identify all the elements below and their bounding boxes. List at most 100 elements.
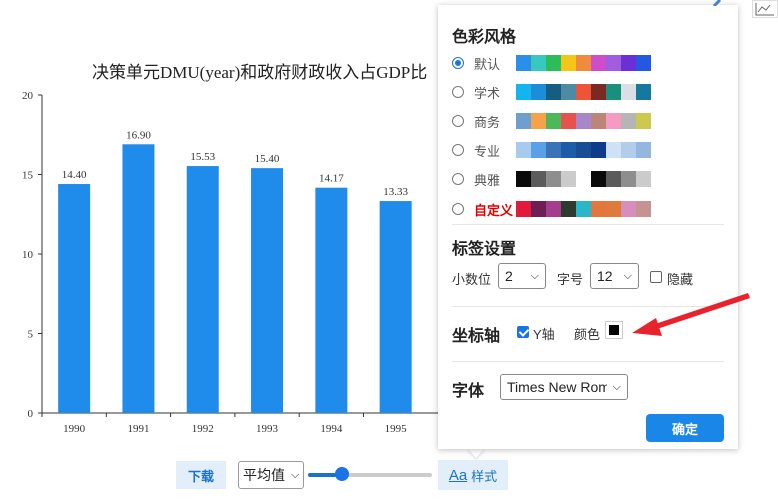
font-select[interactable]: Times New Roman ⌵ bbox=[500, 374, 628, 400]
scheme-radio[interactable] bbox=[452, 203, 464, 215]
color-scheme-option[interactable]: 商务 bbox=[452, 112, 651, 130]
color-swatch bbox=[591, 84, 606, 100]
color-swatch bbox=[636, 142, 651, 158]
scheme-name: 典雅 bbox=[474, 172, 501, 188]
y-tick-label: 10 bbox=[22, 249, 34, 261]
scheme-swatches bbox=[516, 201, 651, 217]
color-swatch bbox=[516, 55, 531, 71]
color-swatch bbox=[591, 55, 606, 71]
chart-toolbar: 下载 平均值 ⌵ bbox=[176, 460, 433, 490]
scheme-radio[interactable] bbox=[452, 144, 464, 156]
pen-mark-icon bbox=[712, 0, 722, 6]
color-swatch bbox=[591, 113, 606, 129]
font-title: 字体 bbox=[452, 383, 485, 400]
color-scheme-option[interactable]: 默认 bbox=[452, 54, 651, 72]
color-swatch bbox=[531, 142, 546, 158]
bar[interactable] bbox=[58, 184, 91, 413]
color-swatch bbox=[561, 55, 576, 71]
color-swatch bbox=[591, 171, 606, 187]
y-tick-label: 5 bbox=[28, 329, 34, 341]
scheme-radio[interactable] bbox=[452, 173, 464, 185]
y-axis-checkbox[interactable] bbox=[517, 326, 529, 338]
bar[interactable] bbox=[122, 144, 155, 414]
scheme-radio[interactable] bbox=[452, 57, 464, 69]
bar-value-label: 15.53 bbox=[190, 151, 215, 163]
color-swatch bbox=[531, 84, 546, 100]
scheme-name: 学术 bbox=[474, 85, 501, 101]
scheme-name: 商务 bbox=[474, 114, 501, 130]
x-tick-label: 1993 bbox=[256, 423, 279, 435]
color-swatch bbox=[531, 55, 546, 71]
color-swatch bbox=[546, 113, 561, 129]
color-swatch bbox=[606, 142, 621, 158]
x-tick-label: 1992 bbox=[192, 423, 214, 435]
color-swatch bbox=[576, 142, 591, 158]
color-swatch bbox=[531, 171, 546, 187]
color-style-title: 色彩风格 bbox=[452, 29, 517, 46]
slider-thumb[interactable] bbox=[334, 467, 349, 481]
fontsize-select-value: 12 bbox=[597, 268, 613, 284]
axis-color-label: 颜色 bbox=[574, 327, 601, 342]
fontsize-select[interactable]: 12 ⌵ bbox=[590, 263, 639, 289]
color-swatch bbox=[636, 201, 651, 217]
axis-title: 坐标轴 bbox=[452, 328, 501, 345]
color-swatch bbox=[621, 113, 636, 129]
bar[interactable] bbox=[379, 201, 412, 413]
bar-value-label: 14.17 bbox=[319, 173, 344, 185]
line-chart-icon[interactable] bbox=[752, 0, 778, 18]
color-scheme-option[interactable]: 学术 bbox=[452, 83, 651, 101]
divider bbox=[452, 224, 724, 225]
bar[interactable] bbox=[315, 187, 348, 413]
y-tick-label: 0 bbox=[28, 408, 34, 420]
font-style-icon: Aa bbox=[448, 466, 468, 484]
x-tick-label: 1995 bbox=[385, 423, 408, 435]
color-swatch bbox=[561, 113, 576, 129]
color-swatch bbox=[576, 171, 591, 187]
color-swatch bbox=[606, 84, 621, 100]
decimal-select[interactable]: 2 ⌵ bbox=[498, 263, 546, 289]
font-select-value: Times New Roman bbox=[507, 379, 607, 395]
color-swatch bbox=[606, 113, 621, 129]
color-scheme-option[interactable]: 典雅 bbox=[452, 170, 651, 188]
scheme-name: 自定义 bbox=[474, 202, 514, 218]
fontsize-label: 字号 bbox=[557, 272, 584, 287]
bar[interactable] bbox=[186, 166, 219, 413]
color-scheme-option[interactable]: 自定义 bbox=[452, 200, 651, 218]
divider bbox=[452, 306, 724, 307]
color-swatch bbox=[531, 201, 546, 217]
hide-label-checkbox[interactable] bbox=[650, 271, 662, 283]
color-swatch bbox=[636, 55, 651, 71]
popover-arrow bbox=[467, 448, 485, 458]
stat-select[interactable]: 平均值 ⌵ bbox=[238, 461, 305, 489]
color-scheme-option[interactable]: 专业 bbox=[452, 141, 651, 159]
color-swatch bbox=[561, 201, 576, 217]
y-axis-label: Y轴 bbox=[533, 327, 555, 342]
confirm-button[interactable]: 确定 bbox=[646, 414, 724, 442]
color-swatch bbox=[561, 84, 576, 100]
bar-value-label: 15.40 bbox=[255, 153, 280, 165]
color-swatch bbox=[636, 84, 651, 100]
range-slider[interactable] bbox=[308, 467, 433, 483]
hide-label-text: 隐藏 bbox=[667, 272, 694, 287]
color-swatch bbox=[546, 142, 561, 158]
divider bbox=[452, 361, 724, 362]
bar[interactable] bbox=[251, 168, 284, 413]
color-swatch bbox=[576, 201, 591, 217]
color-swatch bbox=[621, 55, 636, 71]
color-swatch bbox=[636, 113, 651, 129]
x-tick-label: 1991 bbox=[127, 423, 149, 435]
style-button[interactable]: Aa 样式 bbox=[438, 460, 508, 490]
color-swatch bbox=[561, 171, 576, 187]
style-button-label: 样式 bbox=[471, 468, 498, 484]
color-swatch bbox=[606, 201, 621, 217]
color-swatch bbox=[516, 201, 531, 217]
x-tick-label: 1994 bbox=[320, 423, 343, 435]
scheme-swatches bbox=[516, 171, 651, 187]
scheme-radio[interactable] bbox=[452, 86, 464, 98]
axis-color-picker[interactable] bbox=[605, 321, 623, 339]
download-button[interactable]: 下载 bbox=[176, 461, 227, 489]
chevron-down-icon: ⌵ bbox=[610, 381, 621, 394]
color-swatch bbox=[516, 171, 531, 187]
scheme-name: 专业 bbox=[474, 143, 501, 159]
scheme-radio[interactable] bbox=[452, 115, 464, 127]
